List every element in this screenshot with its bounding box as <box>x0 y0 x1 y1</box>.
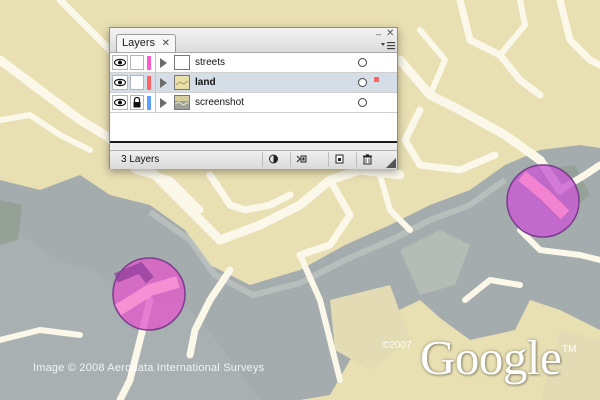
layer-color-bar <box>147 76 151 90</box>
visibility-toggle[interactable] <box>112 75 128 90</box>
selection-indicator <box>374 77 379 82</box>
lock-toggle[interactable] <box>130 95 144 110</box>
target-circle-icon[interactable] <box>358 58 367 67</box>
layer-count: 3 Layers <box>121 154 160 165</box>
layer-row-land[interactable]: land <box>110 73 397 93</box>
row-divider <box>155 93 156 113</box>
eye-icon <box>113 58 127 67</box>
lock-icon <box>133 96 141 108</box>
new-sublayer-icon <box>296 155 307 163</box>
lock-toggle[interactable] <box>130 75 144 90</box>
eye-icon <box>113 78 127 87</box>
panel-close-icon[interactable]: ✕ <box>386 29 395 39</box>
resize-grip-icon[interactable] <box>386 158 396 168</box>
layer-thumbnail <box>174 55 190 70</box>
map-stage: Layers ✕ – ✕ streets land screenshot 3 L… <box>0 0 600 400</box>
new-sublayer-button[interactable] <box>290 152 310 167</box>
delete-layer-icon <box>363 154 372 165</box>
layer-name: land <box>195 77 216 88</box>
google-logo: Google <box>420 330 562 385</box>
target-circle-icon[interactable] <box>358 78 367 87</box>
panel-titlebar[interactable]: Layers ✕ – ✕ <box>110 28 397 53</box>
tab-close-icon[interactable]: ✕ <box>162 35 170 52</box>
delete-layer-button[interactable] <box>356 152 376 167</box>
copyright-year: ©2007 <box>382 340 412 351</box>
imagery-credit: Image © 2008 Aerodata International Surv… <box>33 362 265 374</box>
make-clipping-mask-icon <box>269 154 278 164</box>
layers-panel[interactable]: Layers ✕ – ✕ streets land screenshot 3 L… <box>109 27 398 169</box>
eye-icon <box>113 98 127 107</box>
layer-name: streets <box>195 57 226 68</box>
google-trademark: TM <box>562 344 577 355</box>
panel-menu-icon[interactable] <box>380 41 396 51</box>
new-layer-icon <box>335 154 344 164</box>
expand-triangle-icon[interactable] <box>160 58 167 68</box>
panel-footer: 3 Layers <box>110 150 397 169</box>
row-divider <box>155 73 156 93</box>
layer-name: screenshot <box>195 97 244 108</box>
expand-triangle-icon[interactable] <box>160 78 167 88</box>
visibility-toggle[interactable] <box>112 95 128 110</box>
lock-toggle[interactable] <box>130 55 144 70</box>
row-divider <box>155 53 156 73</box>
layer-row-streets[interactable]: streets <box>110 53 397 73</box>
layer-color-bar <box>147 56 151 70</box>
layer-row-screenshot[interactable]: screenshot <box>110 93 397 113</box>
expand-triangle-icon[interactable] <box>160 98 167 108</box>
new-layer-button[interactable] <box>328 152 348 167</box>
make-clipping-mask-button[interactable] <box>262 152 282 167</box>
tab-label: Layers <box>122 37 156 49</box>
target-circle-icon[interactable] <box>358 98 367 107</box>
tab-layers[interactable]: Layers ✕ <box>116 34 176 52</box>
layer-thumbnail <box>174 95 190 110</box>
layer-color-bar <box>147 96 151 110</box>
panel-minimize-icon[interactable]: – <box>376 30 385 39</box>
layer-thumbnail <box>174 75 190 90</box>
layer-list: streets land screenshot <box>110 53 397 143</box>
visibility-toggle[interactable] <box>112 55 128 70</box>
